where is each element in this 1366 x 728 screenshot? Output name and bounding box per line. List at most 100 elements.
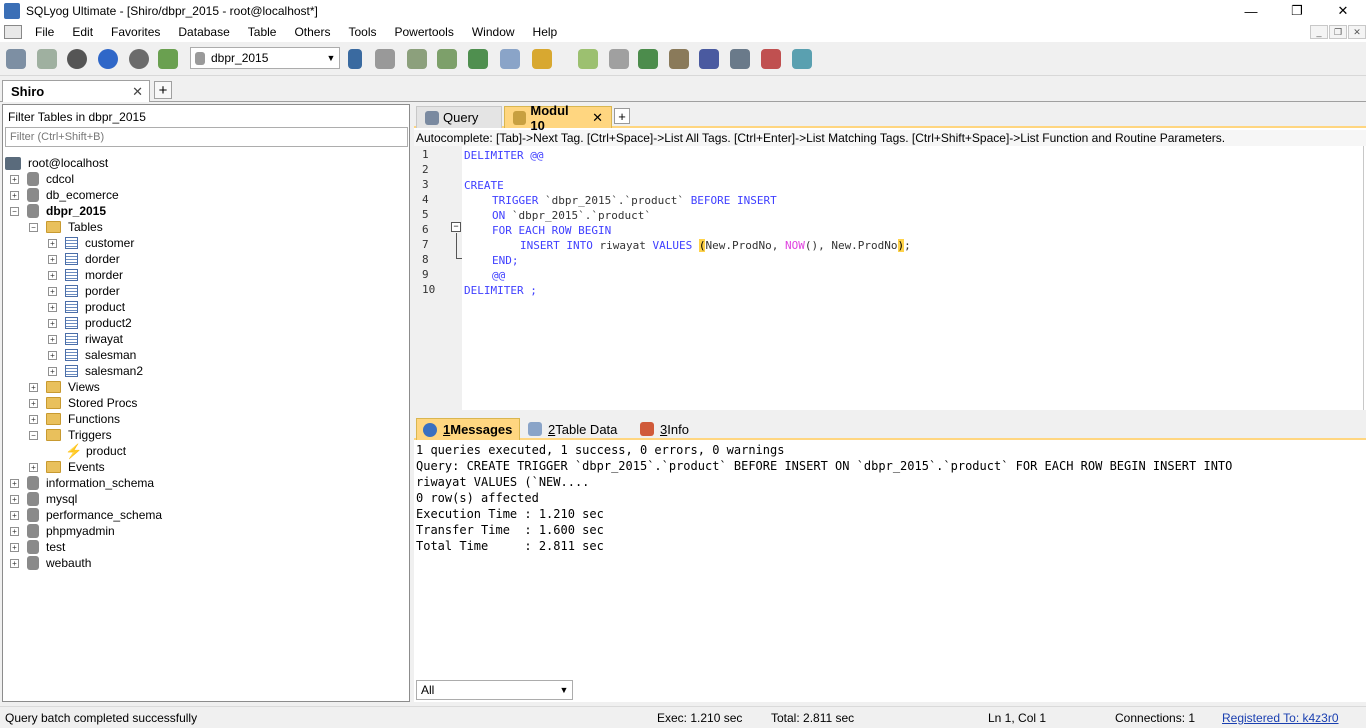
menu-file[interactable]: File [26,22,63,42]
tab-query[interactable]: Query [416,106,502,128]
tab-info[interactable]: 3 Info [634,418,695,440]
expand-icon[interactable]: + [10,510,19,520]
stop-icon[interactable] [126,46,152,72]
tree-db-mysql[interactable]: + mysql [10,491,77,507]
tree-table-salesman[interactable]: + salesman [48,347,136,363]
import-icon[interactable] [635,46,661,72]
expand-icon[interactable]: + [48,350,57,360]
expand-icon[interactable]: + [10,494,19,504]
tree-folder-stored-procs[interactable]: + Stored Procs [29,395,137,411]
expand-icon[interactable]: + [48,238,57,248]
expand-icon[interactable]: + [10,542,19,552]
expand-icon[interactable]: + [48,270,57,280]
tree-db-dbpr_2015[interactable]: − dbpr_2015 [10,203,106,219]
new-query-icon[interactable] [34,46,60,72]
tree-db-db_ecomerce[interactable]: + db_ecomerce [10,187,119,203]
tree-trigger-product[interactable]: ⚡ product [65,443,126,459]
expand-icon[interactable]: + [10,558,19,568]
new-connection-tab-button[interactable]: + [154,81,172,99]
menu-window[interactable]: Window [463,22,524,42]
expand-icon[interactable]: + [29,414,38,424]
collapse-icon[interactable]: − [29,222,38,232]
tree-db-test[interactable]: + test [10,539,65,555]
tree-db-webauth[interactable]: + webauth [10,555,91,571]
expand-icon[interactable]: + [48,334,57,344]
expand-icon[interactable]: + [10,526,19,536]
tree-table-customer[interactable]: + customer [48,235,134,251]
message-filter-select[interactable]: All ▼ [416,680,573,700]
refresh-icon[interactable] [155,46,181,72]
expand-icon[interactable]: + [29,462,38,472]
menu-table[interactable]: Table [239,22,286,42]
close-icon[interactable]: ✕ [592,110,603,126]
tab-connection-shiro[interactable]: Shiro ✕ [2,80,150,102]
expand-icon[interactable]: + [48,254,57,264]
menu-tools[interactable]: Tools [339,22,385,42]
expand-icon[interactable]: + [10,478,19,488]
mdi-close-button[interactable]: ✕ [1348,25,1366,39]
close-icon[interactable]: ✕ [132,84,143,100]
menu-powertools[interactable]: Powertools [385,22,462,42]
sync-icon[interactable] [696,46,722,72]
expand-icon[interactable]: + [48,366,57,376]
expand-icon[interactable]: + [10,190,19,200]
table-data-icon[interactable] [497,46,523,72]
tree-db-performance_schema[interactable]: + performance_schema [10,507,162,523]
restore-icon[interactable] [606,46,632,72]
job-agent-icon[interactable] [727,46,753,72]
connect-icon[interactable] [3,46,29,72]
expand-icon[interactable]: + [48,286,57,296]
collapse-icon[interactable]: − [29,430,38,440]
tree-table-riwayat[interactable]: + riwayat [48,331,123,347]
menu-database[interactable]: Database [169,22,238,42]
tree-db-cdcol[interactable]: + cdcol [10,171,74,187]
tree-folder-functions[interactable]: + Functions [29,411,120,427]
tab-messages[interactable]: 1 Messages [416,418,520,440]
menu-others[interactable]: Others [285,22,339,42]
expand-icon[interactable]: + [29,382,38,392]
export-icon[interactable] [666,46,692,72]
query-builder-icon[interactable] [789,46,815,72]
expand-icon[interactable]: + [48,302,57,312]
tree-folder-events[interactable]: + Events [29,459,105,475]
tree-root-connection[interactable]: root@localhost [5,155,108,171]
close-button[interactable]: ✕ [1320,0,1366,22]
tree-db-information_schema[interactable]: + information_schema [10,475,154,491]
create-table-icon[interactable] [404,46,430,72]
tree-folder-tables[interactable]: − Tables [29,219,103,235]
collapse-icon[interactable]: − [10,206,19,216]
mdi-minimize-button[interactable]: _ [1310,25,1328,39]
tree-table-dorder[interactable]: + dorder [48,251,120,267]
tree-table-product2[interactable]: + product2 [48,315,132,331]
registered-link[interactable]: Registered To: k4z3r0 [1222,711,1339,725]
schema-icon[interactable] [529,46,555,72]
tree-folder-views[interactable]: + Views [29,379,100,395]
expand-icon[interactable]: + [29,398,38,408]
messages-output[interactable]: 1 queries executed, 1 success, 0 errors,… [414,442,1364,676]
tab-table-data[interactable]: 2 Table Data [522,418,623,440]
new-query-tab-button[interactable]: + [614,108,630,124]
alter-table-icon[interactable] [434,46,460,72]
backup-icon[interactable] [575,46,601,72]
tree-folder-triggers[interactable]: − Triggers [29,427,112,443]
restore-button[interactable]: ❐ [1274,0,1320,22]
insert-data-icon[interactable] [465,46,491,72]
document-icon[interactable] [4,25,22,39]
sql-editor[interactable]: 1 2 3 4 5 6 7 8 9 10 − DELIMITER @@ CREA… [414,146,1364,410]
fold-toggle-icon[interactable]: − [451,222,461,232]
minimize-button[interactable]: — [1228,0,1274,22]
tree-table-salesman2[interactable]: + salesman2 [48,363,143,379]
mdi-restore-button[interactable]: ❐ [1329,25,1347,39]
execute-all-icon[interactable] [95,46,121,72]
menu-help[interactable]: Help [524,22,567,42]
tree-db-phpmyadmin[interactable]: + phpmyadmin [10,523,115,539]
schema-designer-icon[interactable] [758,46,784,72]
tab-modul-10[interactable]: Modul 10 ✕ [504,103,612,133]
menu-favorites[interactable]: Favorites [102,22,169,42]
user-manager-icon[interactable] [342,46,368,72]
expand-icon[interactable]: + [10,174,19,184]
database-select[interactable]: dbpr_2015 ▼ [190,47,340,69]
tree-table-product[interactable]: + product [48,299,125,315]
expand-icon[interactable]: + [48,318,57,328]
execute-icon[interactable] [64,46,90,72]
